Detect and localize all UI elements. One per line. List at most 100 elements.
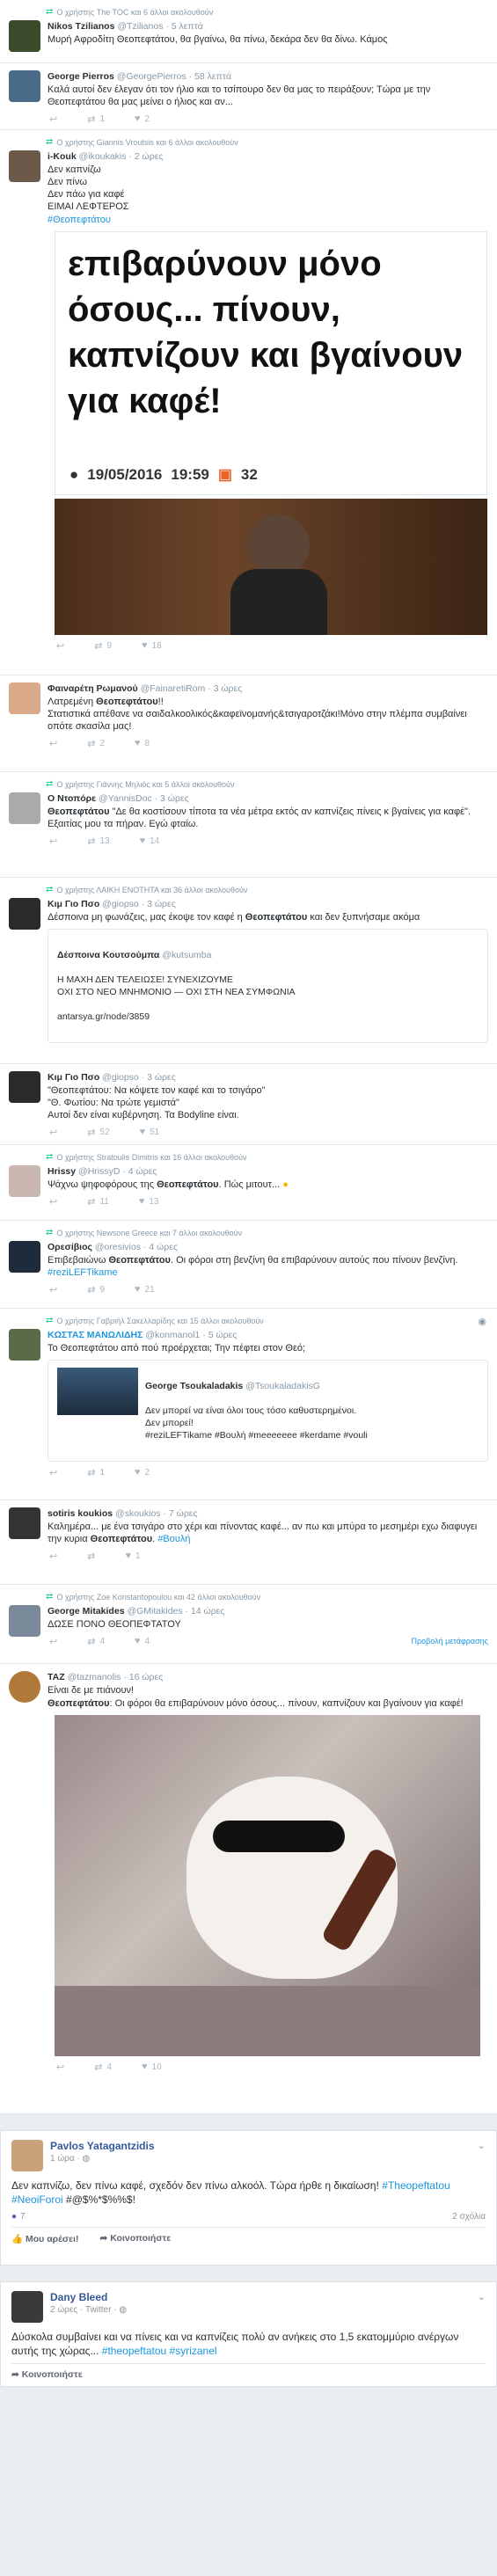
tweet-4[interactable]: Φαιναρέτη Ρωμανού @FainaretiRom · 3 ώρες… — [0, 675, 497, 772]
tweet-11[interactable]: sotiris koukios @skoukios · 7 ώρες Καλημ… — [0, 1500, 497, 1585]
author-name[interactable]: ΚΩΣΤΑΣ ΜΑΝΩΛΙΔΗΣ — [48, 1330, 143, 1340]
avatar[interactable] — [9, 1329, 40, 1361]
tweet-8[interactable]: ⇄ Ο χρήστης Stratoulis Dimitris και 16 άλ… — [0, 1145, 497, 1221]
retweet-button[interactable]: ⇄ 11 — [87, 1196, 109, 1208]
like-button[interactable]: ♥ 1 — [125, 1551, 140, 1561]
media-photo[interactable] — [55, 1715, 480, 2056]
reply-button[interactable]: ↩ — [49, 113, 57, 125]
author-name[interactable]: George Pierros — [48, 71, 114, 82]
reaction-count[interactable]: 7 — [20, 2212, 26, 2222]
author-name[interactable]: Κιμ Γιο Πσο — [48, 1072, 99, 1083]
avatar[interactable] — [9, 1165, 40, 1197]
retweet-button[interactable]: ⇄ 4 — [87, 1636, 105, 1647]
like-button[interactable]: ♥ 14 — [140, 836, 160, 846]
like-button[interactable]: ♥ 13 — [139, 1196, 159, 1207]
retweet-button[interactable]: ⇄ 1 — [87, 1467, 105, 1478]
author-name[interactable]: Ο Ντοπόρε — [48, 793, 96, 804]
tweet-10[interactable]: ⇄ Ο χρήστης Γαβριήλ Σακελλαρίδης και 15 ά… — [0, 1309, 497, 1500]
reply-button[interactable]: ↩ — [49, 1467, 57, 1478]
avatar[interactable] — [9, 1071, 40, 1103]
tweet-7[interactable]: Κιμ Γιο Πσο @giopso · 3 ώρες "Θεοπεφτάτο… — [0, 1064, 497, 1145]
tweet-2[interactable]: George Pierros @GeorgePierros · 58 λεπτά… — [0, 63, 497, 130]
reply-button[interactable]: ↩ — [49, 836, 57, 847]
author-name[interactable]: Pavlos Yatagantzidis — [50, 2140, 155, 2152]
author-name[interactable]: Hrissy — [48, 1166, 76, 1177]
media-card[interactable]: επιβαρύνουν μόνο όσους... πίνουν, καπνίζ… — [55, 231, 487, 495]
avatar[interactable] — [11, 2291, 43, 2323]
hashtag-link[interactable]: #Βουλή — [157, 1534, 190, 1544]
chevron-down-icon[interactable]: ⌄ — [478, 2140, 486, 2151]
reply-button[interactable]: ↩ — [49, 1551, 57, 1562]
avatar[interactable] — [9, 70, 40, 102]
like-button[interactable]: ♥ 4 — [135, 1636, 150, 1646]
reply-button[interactable]: ↩ — [56, 640, 64, 652]
author-handle: @tazmanolis · 16 ώρες — [67, 1672, 164, 1682]
quoted-tweet[interactable]: George Tsoukaladakis @TsoukaladakisG Δεν… — [48, 1360, 488, 1462]
author-name[interactable]: Ορεσίβιος — [48, 1242, 92, 1252]
retweet-button[interactable]: ⇄ 2 — [87, 738, 105, 749]
hashtag-link[interactable]: #reziLEFTikame — [48, 1267, 118, 1278]
location-icon: ◉ — [478, 1317, 486, 1327]
like-button[interactable]: ♥ 8 — [135, 738, 150, 748]
retweet-button[interactable]: ⇄ — [87, 1551, 95, 1562]
facebook-post-2[interactable]: Dany Bleed 2 ώρες · Twitter · ◍ ⌄ Δύσκολ… — [0, 2281, 497, 2387]
tweet-1[interactable]: ⇄ Ο χρήστης The TOC και 6 άλλοι ακολουθού… — [0, 0, 497, 63]
avatar[interactable] — [9, 682, 40, 714]
facebook-post-1[interactable]: Pavlos Yatagantzidis 1 ώρα · ◍ ⌄ Δεν καπ… — [0, 2130, 497, 2266]
chevron-down-icon[interactable]: ⌄ — [478, 2291, 486, 2302]
reply-button[interactable]: ↩ — [49, 738, 57, 749]
like-button[interactable]: ♥ 51 — [140, 1127, 160, 1137]
share-button[interactable]: ➦ Κοινοποιήστε — [11, 2369, 83, 2380]
like-button[interactable]: 👍 Μου αρέσει! — [11, 2233, 78, 2244]
translate-link[interactable]: Προβολή μετάφρασης — [411, 1637, 488, 1646]
tweet-text: Μυρή Αφροδίτη Θεοπεφτάτου, θα βγαίνω, θα… — [48, 34, 388, 45]
hashtag-link[interactable]: #theopeftatou #syrizanel — [102, 2345, 217, 2357]
hashtag-link[interactable]: #Θεοπεφτάτου — [48, 214, 488, 226]
reply-button[interactable]: ↩ — [56, 2062, 64, 2073]
tweet-9[interactable]: ⇄ Ο χρήστης Newsone Greece και 7 άλλοι ακ… — [0, 1221, 497, 1309]
author-name[interactable]: sotiris koukios — [48, 1508, 113, 1519]
comments-count[interactable]: 2 σχόλια — [452, 2212, 486, 2222]
reply-button[interactable]: ↩ — [49, 1127, 57, 1138]
retweet-icon: ⇄ — [87, 1284, 96, 1295]
like-button[interactable]: ♥ 18 — [142, 640, 162, 651]
retweet-button[interactable]: ⇄ 4 — [94, 2062, 112, 2073]
retweet-button[interactable]: ⇄ 13 — [87, 836, 109, 847]
avatar[interactable] — [9, 150, 40, 182]
tweet-13[interactable]: TAZ @tazmanolis · 16 ώρες Είναι δε με πι… — [0, 1664, 497, 2114]
avatar[interactable] — [9, 1507, 40, 1539]
author-name[interactable]: Nikos Tzilianos — [48, 21, 114, 32]
author-name[interactable]: Κιμ Γιο Πσο — [48, 899, 99, 909]
avatar[interactable] — [9, 1605, 40, 1637]
author-name[interactable]: TAZ — [48, 1672, 65, 1682]
retweet-button[interactable]: ⇄ 1 — [87, 113, 105, 125]
avatar[interactable] — [9, 1241, 40, 1273]
like-button[interactable]: ♥ 21 — [135, 1284, 155, 1295]
like-button[interactable]: ♥ 10 — [142, 2062, 162, 2072]
media-photo[interactable] — [55, 499, 487, 635]
retweet-button[interactable]: ⇄ 9 — [87, 1284, 105, 1295]
reply-button[interactable]: ↩ — [49, 1196, 57, 1208]
reply-button[interactable]: ↩ — [49, 1284, 57, 1295]
author-name[interactable]: i-Kouk — [48, 151, 77, 162]
like-button[interactable]: ♥ 2 — [135, 1467, 150, 1478]
avatar[interactable] — [9, 20, 40, 52]
tweet-12[interactable]: ⇄ Ο χρήστης Zoe Konstantopoulou και 42 άλ… — [0, 1585, 497, 1664]
quoted-tweet[interactable]: Δέσποινα Κουτσούμπα @kutsumba Η ΜΑΧΗ ΔΕΝ… — [48, 929, 488, 1043]
author-name[interactable]: Dany Bleed — [50, 2291, 127, 2303]
share-button[interactable]: ➦ Κοινοποιήστε — [99, 2233, 171, 2244]
retweet-button[interactable]: ⇄ 52 — [87, 1127, 109, 1138]
tweet-6[interactable]: ⇄ Ο χρήστης ΛΑΙΚΗ ΕΝΟΤΗΤΑ και 36 άλλοι ακ… — [0, 878, 497, 1064]
card-date: 19/05/2016 — [87, 466, 163, 483]
tweet-3[interactable]: ⇄ Ο χρήστης Giannis Vroutsis και 6 άλλοι … — [0, 130, 497, 675]
tweet-5[interactable]: ⇄ Ο χρήστης Γιάννης Μηλιός και 5 άλλοι ακ… — [0, 772, 497, 878]
author-name[interactable]: George Mitakides — [48, 1606, 125, 1616]
like-button[interactable]: ♥ 2 — [135, 113, 150, 124]
avatar[interactable] — [9, 1671, 40, 1703]
reply-button[interactable]: ↩ — [49, 1636, 57, 1647]
avatar[interactable] — [9, 792, 40, 824]
avatar[interactable] — [11, 2140, 43, 2171]
author-name[interactable]: Φαιναρέτη Ρωμανού — [48, 683, 138, 694]
avatar[interactable] — [9, 898, 40, 930]
retweet-button[interactable]: ⇄ 9 — [94, 640, 112, 652]
